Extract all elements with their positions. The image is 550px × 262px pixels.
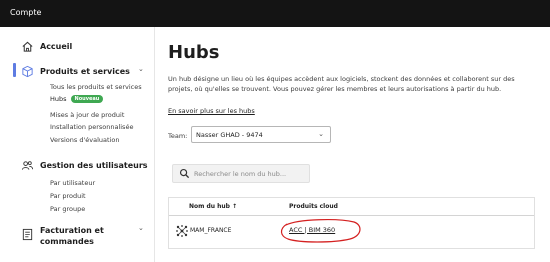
page-title: Hubs bbox=[168, 42, 220, 63]
sidebar-subitem-custom-install[interactable]: Installation personnalisée bbox=[50, 123, 133, 131]
team-select[interactable]: Nasser GHAD - 9474 ⌄ bbox=[191, 126, 331, 143]
sidebar-subitem-by-user[interactable]: Par utilisateur bbox=[50, 179, 95, 187]
table-row[interactable]: MAM_FRANCE ACC | BIM 360 bbox=[169, 217, 534, 245]
sidebar-subitem-hubs[interactable]: Hubs Nouveau bbox=[50, 95, 104, 103]
search-icon bbox=[179, 168, 190, 179]
table-header: Nom du hub ↑ Produits cloud bbox=[169, 198, 534, 216]
search-input[interactable] bbox=[194, 168, 304, 180]
sidebar-item-user-management[interactable]: Gestion des utilisateurs ⌄ bbox=[0, 159, 155, 177]
chevron-down-icon[interactable]: ⌄ bbox=[140, 159, 146, 167]
sidebar-item-products-label: Produits et services bbox=[40, 67, 130, 76]
team-select-value: Nasser GHAD - 9474 bbox=[196, 131, 263, 139]
sidebar-subitem-all-products[interactable]: Tous les produits et services bbox=[50, 83, 142, 91]
sidebar-subitem-hubs-label: Hubs bbox=[50, 95, 67, 103]
home-icon bbox=[20, 40, 34, 54]
hubs-table: Nom du hub ↑ Produits cloud MAM_FRANCE A… bbox=[168, 197, 535, 249]
sidebar-subitem-by-product[interactable]: Par produit bbox=[50, 192, 86, 200]
billing-icon bbox=[20, 228, 34, 242]
cube-icon bbox=[20, 65, 34, 79]
sidebar-item-home[interactable]: Accueil bbox=[0, 40, 155, 58]
new-badge: Nouveau bbox=[70, 95, 104, 103]
hub-search[interactable] bbox=[172, 164, 310, 183]
chevron-down-icon[interactable]: ⌄ bbox=[138, 224, 144, 232]
cloud-products-link[interactable]: ACC | BIM 360 bbox=[289, 226, 335, 234]
column-header-hub-name[interactable]: Nom du hub ↑ bbox=[189, 203, 237, 210]
main-content: Hubs Un hub désigne un lieu où les équip… bbox=[155, 27, 550, 262]
hub-name: MAM_FRANCE bbox=[190, 227, 232, 234]
column-header-cloud-products: Produits cloud bbox=[289, 203, 338, 210]
team-label: Team: bbox=[168, 132, 188, 140]
top-bar: Compte bbox=[0, 0, 550, 27]
page-description: Un hub désigne un lieu où les équipes ac… bbox=[168, 75, 515, 93]
sidebar-item-billing[interactable]: Facturation et commandes ⌄ bbox=[0, 224, 155, 252]
sidebar-item-products[interactable]: Produits et services ⌄ bbox=[0, 65, 155, 83]
sidebar-subitem-trials[interactable]: Versions d'évaluation bbox=[50, 136, 119, 144]
app-title: Compte bbox=[10, 8, 42, 17]
hub-icon bbox=[176, 225, 188, 237]
learn-more-link[interactable]: En savoir plus sur les hubs bbox=[168, 107, 255, 115]
sidebar-subitem-by-group[interactable]: Par groupe bbox=[50, 205, 85, 213]
sidebar-item-user-management-label: Gestion des utilisateurs bbox=[40, 161, 148, 170]
sidebar: Accueil Produits et services ⌄ Tous les … bbox=[0, 27, 155, 262]
chevron-down-icon[interactable]: ⌄ bbox=[138, 65, 144, 73]
users-icon bbox=[20, 159, 34, 173]
chevron-down-icon: ⌄ bbox=[318, 130, 324, 138]
sidebar-item-billing-label-line1: Facturation et bbox=[40, 226, 104, 235]
sidebar-item-billing-label-line2: commandes bbox=[40, 237, 94, 246]
sidebar-subitem-updates[interactable]: Mises à jour de produit bbox=[50, 111, 124, 119]
sidebar-item-home-label: Accueil bbox=[40, 42, 73, 51]
